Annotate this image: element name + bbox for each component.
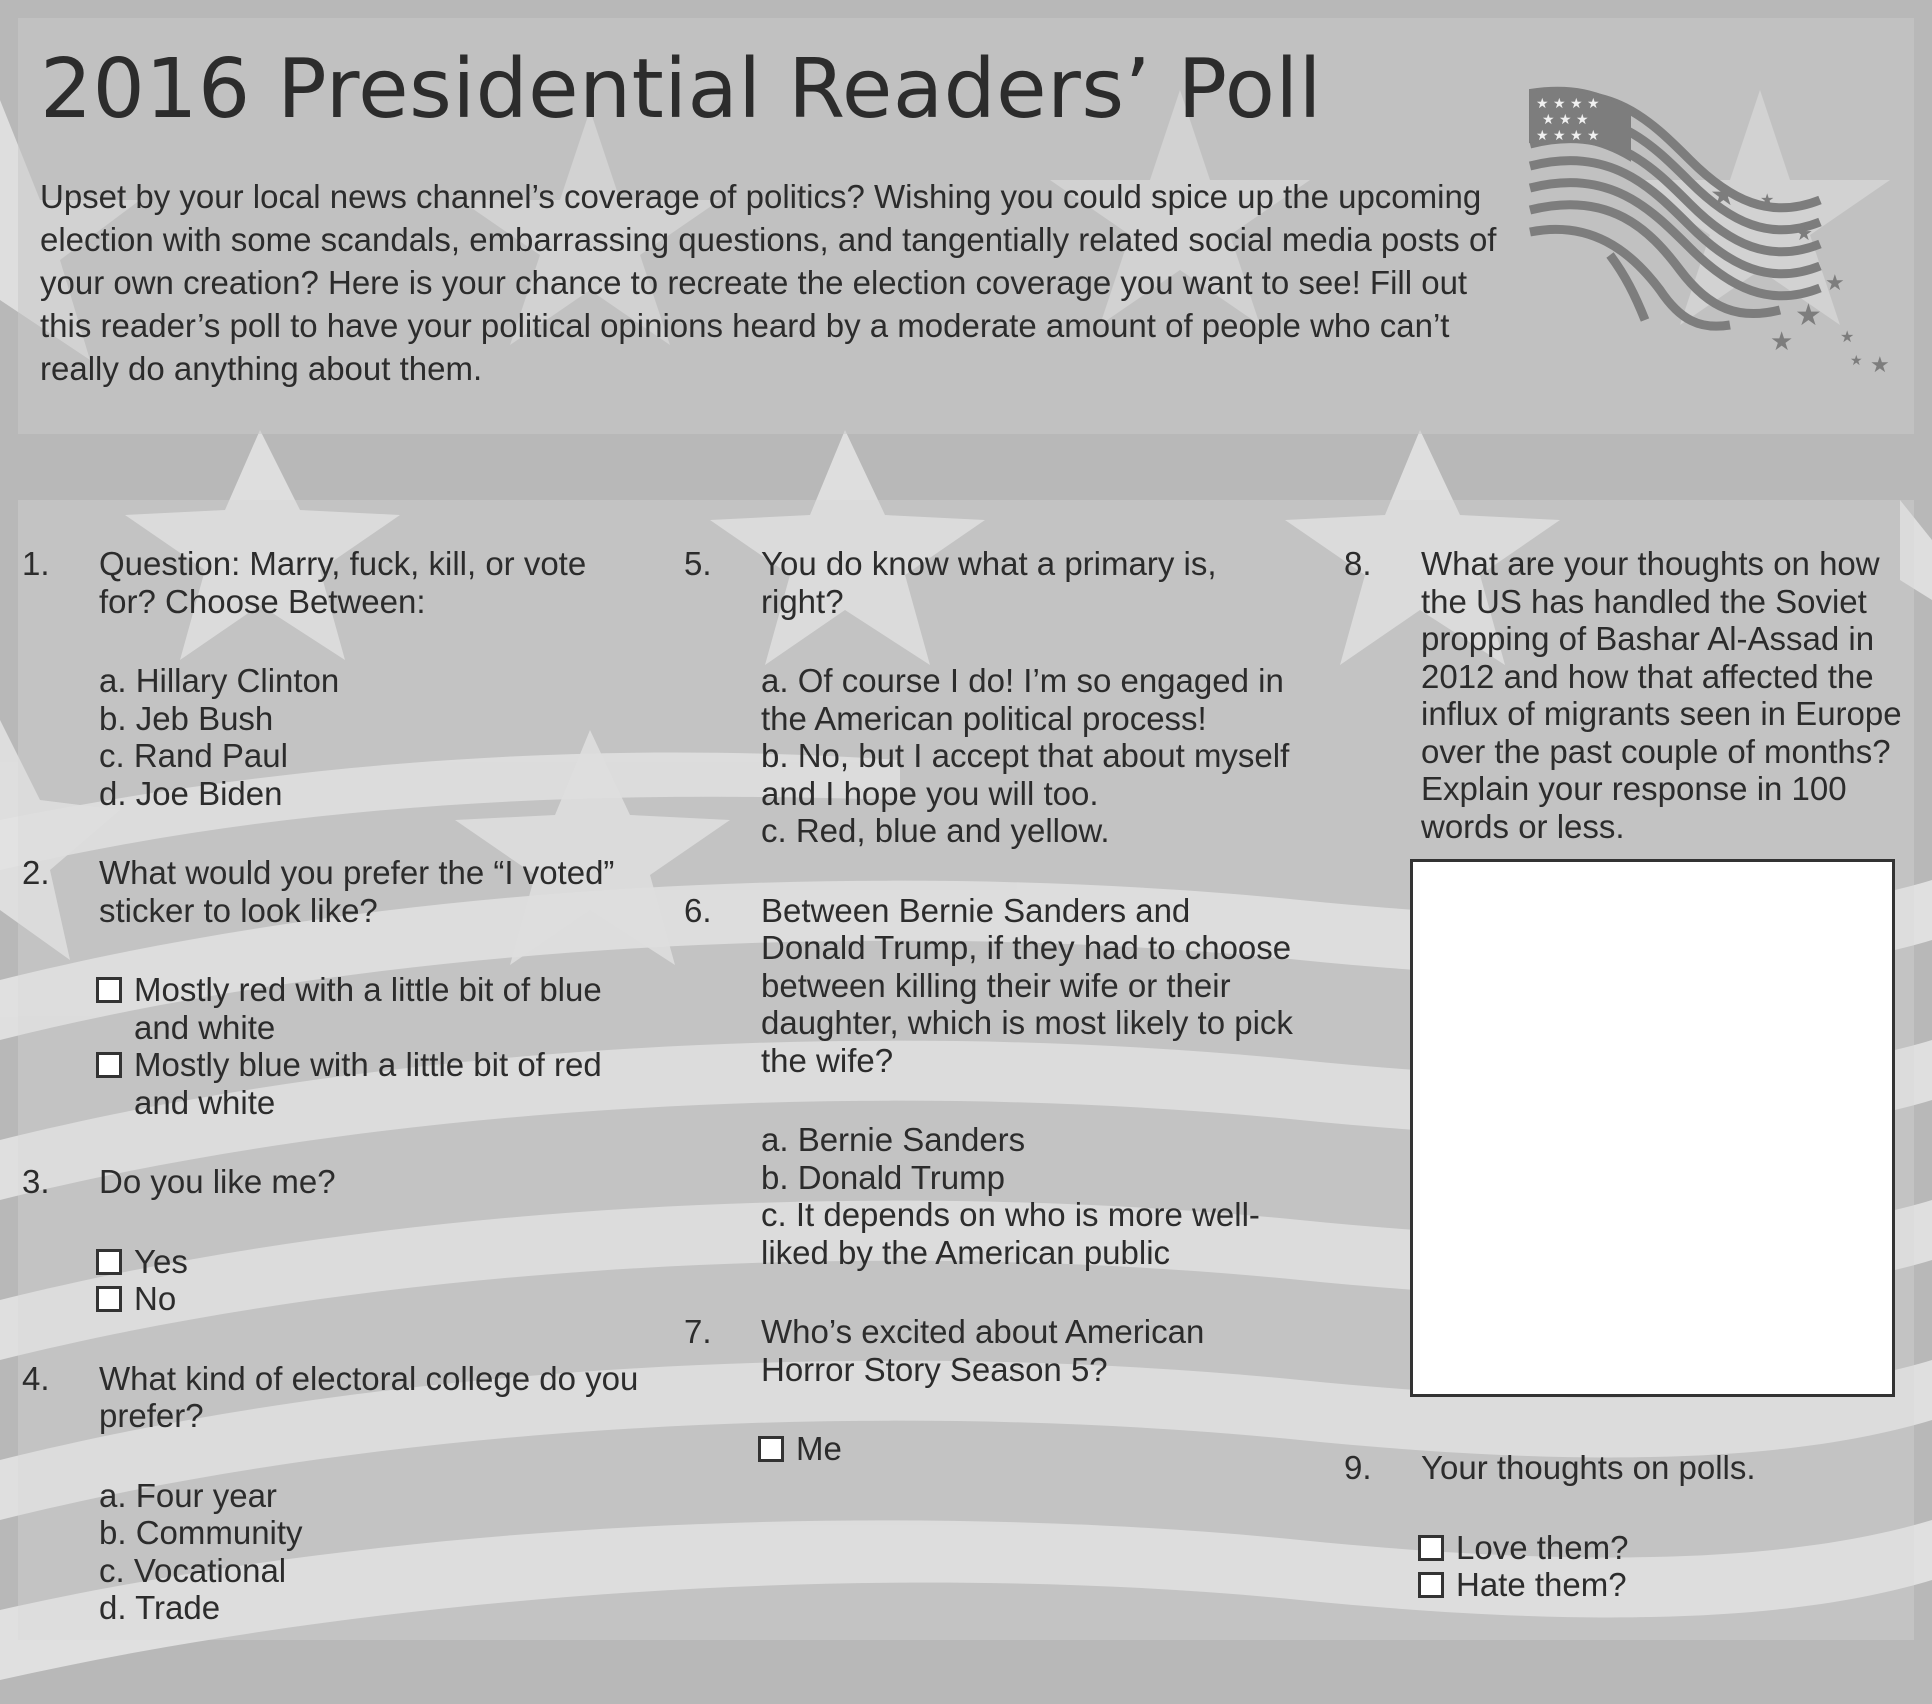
svg-text:★: ★ xyxy=(1770,327,1793,357)
question-6: 6. Between Bernie Sanders and Donald Tru… xyxy=(684,892,1304,1080)
question-5: 5. You do know what a primary is, right? xyxy=(684,545,1304,620)
option-a: a. Bernie Sanders xyxy=(761,1121,1026,1158)
question-number: 3. xyxy=(22,1163,50,1200)
question-text: Between Bernie Sanders and Donald Trump,… xyxy=(761,891,1293,1079)
svg-text:★ ★ ★ ★: ★ ★ ★ ★ xyxy=(1536,96,1600,112)
checkbox-label: No xyxy=(134,1280,177,1317)
checkbox[interactable] xyxy=(96,1248,122,1275)
svg-text:★: ★ xyxy=(1870,353,1890,378)
option-b: b. Community xyxy=(99,1514,303,1551)
column-3: 8. What are your thoughts on how the US … xyxy=(1344,545,1914,1604)
option-b: b. No, but I accept that about myself an… xyxy=(761,737,1290,812)
checkbox[interactable] xyxy=(96,1286,122,1312)
option-d: d. Joe Biden xyxy=(99,774,283,812)
checkbox-option[interactable]: Yes xyxy=(22,1243,642,1281)
svg-text:★: ★ xyxy=(1795,221,1813,245)
answer-textbox[interactable] xyxy=(1410,859,1895,1397)
option-c: c. It depends on who is more well-liked … xyxy=(761,1196,1260,1271)
question-number: 4. xyxy=(22,1359,50,1397)
svg-text:★: ★ xyxy=(1760,190,1774,209)
option-b: b. Donald Trump xyxy=(761,1158,1005,1196)
american-flag-icon: ★ ★ ★ ★ ★ ★ ★ ★ ★ ★ ★ ★ ★ ★ ★ ★ ★ ★ ★ ★ xyxy=(1528,86,1890,378)
svg-text:★: ★ xyxy=(1825,271,1845,296)
option-a: a. Of course I do! I’m so engaged in the… xyxy=(761,662,1284,737)
svg-text:★ ★ ★: ★ ★ ★ xyxy=(1542,112,1589,128)
question-number: 1. xyxy=(22,545,50,582)
option-c: c. Rand Paul xyxy=(99,737,288,774)
page-title: 2016 Presidential Readers’ Poll xyxy=(40,42,1322,137)
column-2: 5. You do know what a primary is, right?… xyxy=(684,545,1304,1468)
question-number: 5. xyxy=(684,545,712,582)
svg-text:★: ★ xyxy=(1850,353,1863,369)
checkbox-label: Love them? xyxy=(1456,1528,1629,1566)
question-1: 1. Question: Marry, fuck, kill, or vote … xyxy=(22,545,642,620)
checkbox[interactable] xyxy=(96,1052,122,1078)
option-d: d. Trade xyxy=(99,1589,221,1626)
option-b: b. Jeb Bush xyxy=(99,699,274,737)
question-3: 3. Do you like me? xyxy=(22,1163,642,1201)
checkbox-option[interactable]: No xyxy=(22,1280,642,1318)
question-9: 9. Your thoughts on polls. xyxy=(1344,1449,1914,1487)
question-number: 8. xyxy=(1344,545,1372,582)
question-text: What are your thoughts on how the US has… xyxy=(1421,545,1902,845)
svg-text:★ ★ ★ ★: ★ ★ ★ ★ xyxy=(1536,128,1600,144)
question-text: Do you like me? xyxy=(99,1163,336,1200)
question-text: What kind of electoral college do you pr… xyxy=(99,1359,639,1435)
checkbox-label: Mostly red with a little bit of blue and… xyxy=(134,971,602,1046)
question-text: Your thoughts on polls. xyxy=(1421,1449,1756,1486)
checkbox-option[interactable]: Mostly red with a little bit of blue and… xyxy=(22,971,642,1046)
checkbox-label: Hate them? xyxy=(1456,1566,1627,1603)
checkbox-option[interactable]: Hate them? xyxy=(1344,1566,1914,1604)
question-text: What would you prefer the “I voted” stic… xyxy=(99,854,615,929)
checkbox-option[interactable]: Love them? xyxy=(1344,1529,1914,1567)
question-text: You do know what a primary is, right? xyxy=(761,545,1217,620)
question-8: 8. What are your thoughts on how the US … xyxy=(1344,545,1914,845)
question-7: 7. Who’s excited about American Horror S… xyxy=(684,1313,1304,1388)
column-1: 1. Question: Marry, fuck, kill, or vote … xyxy=(22,545,642,1627)
option-c: c. Red, blue and yellow. xyxy=(761,812,1110,849)
option-a: a. Hillary Clinton xyxy=(99,662,340,699)
intro-paragraph: Upset by your local news channel’s cover… xyxy=(40,178,1497,387)
svg-text:★: ★ xyxy=(1795,298,1822,333)
checkbox[interactable] xyxy=(1418,1534,1444,1561)
question-number: 7. xyxy=(684,1313,712,1350)
question-number: 6. xyxy=(684,891,712,929)
checkbox-option[interactable]: Mostly blue with a little bit of red and… xyxy=(22,1046,642,1121)
question-text: Question: Marry, fuck, kill, or vote for… xyxy=(99,545,587,620)
svg-text:★: ★ xyxy=(1840,327,1854,346)
question-2: 2. What would you prefer the “I voted” s… xyxy=(22,854,642,929)
question-number: 2. xyxy=(22,854,50,891)
checkbox-option[interactable]: Me xyxy=(684,1430,1304,1468)
checkbox[interactable] xyxy=(96,977,122,1003)
checkbox-label: Yes xyxy=(134,1242,188,1280)
option-c: c. Vocational xyxy=(99,1551,287,1589)
checkbox[interactable] xyxy=(1418,1572,1444,1598)
question-4: 4. What kind of electoral college do you… xyxy=(22,1360,642,1435)
checkbox[interactable] xyxy=(758,1436,784,1462)
option-a: a. Four year xyxy=(99,1476,277,1514)
checkbox-label: Me xyxy=(796,1430,842,1467)
svg-text:★: ★ xyxy=(1710,178,1737,213)
checkbox-label: Mostly blue with a little bit of red and… xyxy=(134,1046,602,1121)
question-text: Who’s excited about American Horror Stor… xyxy=(761,1313,1205,1388)
question-number: 9. xyxy=(1344,1449,1372,1486)
